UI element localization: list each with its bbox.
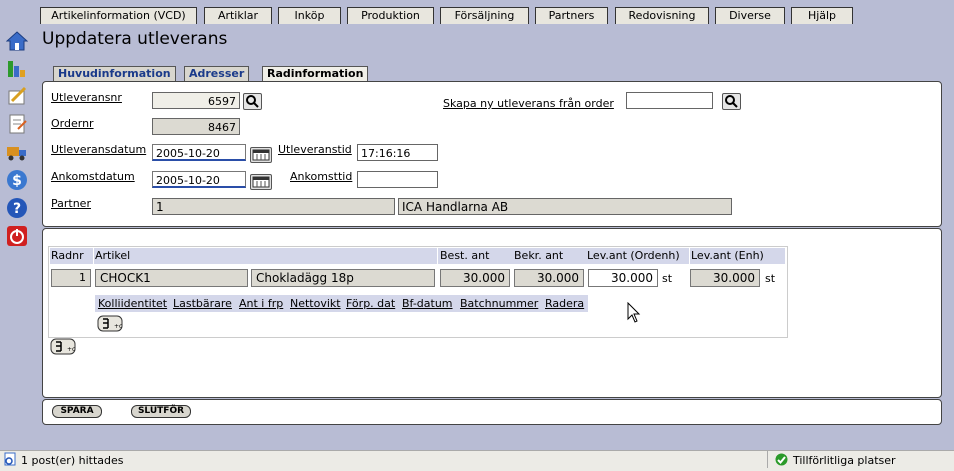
tab-radinformation[interactable]: Radinformation — [262, 66, 369, 81]
sub-header-lastbarare: Lastbärare — [173, 297, 232, 310]
utleveransdatum-input[interactable]: 2005-10-20 — [152, 144, 246, 161]
unit-label: st — [662, 272, 673, 285]
dollar-icon[interactable]: $ — [6, 169, 28, 191]
add-row-icon[interactable]: +c — [50, 338, 76, 355]
cell-beskrivning: Chokladägg 18p — [251, 269, 435, 287]
tab-huvudinformation[interactable]: Huvudinformation — [53, 66, 176, 81]
header-best-ant: Best. ant — [438, 248, 512, 264]
help-icon[interactable]: ? — [6, 197, 28, 219]
search-icon[interactable] — [722, 93, 741, 110]
header-radnr: Radnr — [50, 248, 93, 264]
header-bekr-ant: Bekr. ant — [512, 248, 586, 264]
add-sub-row-icon[interactable]: +c — [97, 315, 123, 332]
header-artikel: Artikel — [94, 248, 437, 264]
cell-radnr: 1 — [51, 269, 91, 287]
cell-lev-enh: 30.000 — [690, 269, 760, 287]
mouse-cursor-icon — [627, 302, 641, 323]
sub-header-ant-i-frp: Ant i frp — [239, 297, 284, 310]
ankomstdatum-label: Ankomstdatum — [51, 170, 135, 183]
utleveransnr-label: Utleveransnr — [51, 91, 122, 104]
sub-header-kolliidentitet: Kolliidentitet — [98, 297, 168, 310]
calendar-icon[interactable] — [250, 147, 272, 163]
utleveranstid-label: Utleveranstid — [278, 143, 352, 156]
menu-artiklar[interactable]: Artiklar — [204, 7, 272, 24]
utleveransdatum-label: Utleveransdatum — [51, 143, 147, 156]
header-lev-enh: Lev.ant (Enh) — [690, 248, 785, 264]
menu-diverse[interactable]: Diverse — [715, 7, 785, 24]
sub-header-bf-datum: Bf-datum — [402, 297, 453, 310]
partner-name-input: ICA Handlarna AB — [398, 198, 732, 215]
svg-text:+c: +c — [114, 323, 122, 330]
cell-best-ant: 30.000 — [440, 269, 510, 287]
ordernr-input: 8467 — [152, 118, 240, 135]
cell-artikel: CHOCK1 — [95, 269, 248, 287]
unit-label: st — [765, 272, 776, 285]
sub-header-batchnummer: Batchnummer — [460, 297, 539, 310]
truck-icon[interactable] — [6, 141, 28, 163]
lev-ordenh-input[interactable]: 30.000 — [588, 269, 658, 287]
menu-hjalp[interactable]: Hjälp — [791, 7, 853, 24]
page-icon — [4, 452, 16, 466]
page-title: Uppdatera utleverans — [42, 29, 228, 49]
header-lev-ordenh: Lev.ant (Ordenh) — [586, 248, 689, 264]
menu-artikelinformation[interactable]: Artikelinformation (VCD) — [40, 7, 197, 24]
status-divider — [767, 451, 768, 468]
save-button[interactable]: SPARA — [52, 405, 102, 418]
finish-button[interactable]: SLUTFÖR — [131, 405, 191, 418]
ordernr-label: Ordernr — [51, 117, 94, 130]
ankomstdatum-input[interactable]: 2005-10-20 — [152, 171, 246, 188]
home-icon[interactable] — [6, 30, 28, 52]
svg-text:$: $ — [12, 173, 22, 189]
menu-redovisning[interactable]: Redovisning — [615, 7, 709, 24]
chart-icon[interactable] — [6, 57, 28, 79]
menu-inkop[interactable]: Inköp — [278, 7, 341, 24]
partner-label: Partner — [51, 197, 91, 210]
utleveranstid-input[interactable]: 17:16:16 — [357, 144, 438, 161]
tab-adresser[interactable]: Adresser — [184, 66, 250, 81]
partner-id-input: 1 — [152, 198, 395, 215]
search-icon[interactable] — [243, 93, 262, 110]
document-icon[interactable] — [6, 113, 28, 135]
check-icon — [775, 453, 788, 466]
ankomsttid-input[interactable] — [357, 171, 438, 188]
sub-header-radera: Radera — [545, 297, 585, 310]
status-text: 1 post(er) hittades — [21, 454, 124, 467]
sub-header-nettovikt: Nettovikt — [290, 297, 341, 310]
cell-bekr-ant: 30.000 — [514, 269, 584, 287]
ankomsttid-label: Ankomsttid — [290, 170, 353, 183]
sub-header-forp-dat: Förp. dat — [346, 297, 396, 310]
calendar-icon[interactable] — [250, 174, 272, 190]
edit-note-icon[interactable] — [6, 85, 28, 107]
menu-partners[interactable]: Partners — [535, 7, 608, 24]
menu-produktion[interactable]: Produktion — [347, 7, 434, 24]
menu-forsaljning[interactable]: Försäljning — [440, 7, 529, 24]
utleveransnr-input[interactable]: 6597 — [152, 92, 240, 109]
svg-text:+c: +c — [67, 346, 75, 353]
power-icon[interactable] — [6, 225, 28, 247]
skapa-label: Skapa ny utleverans från order — [443, 97, 614, 110]
svg-text:?: ? — [13, 201, 21, 217]
security-zone-text: Tillförlitliga platser — [793, 454, 896, 467]
skapa-order-input[interactable] — [626, 92, 713, 109]
